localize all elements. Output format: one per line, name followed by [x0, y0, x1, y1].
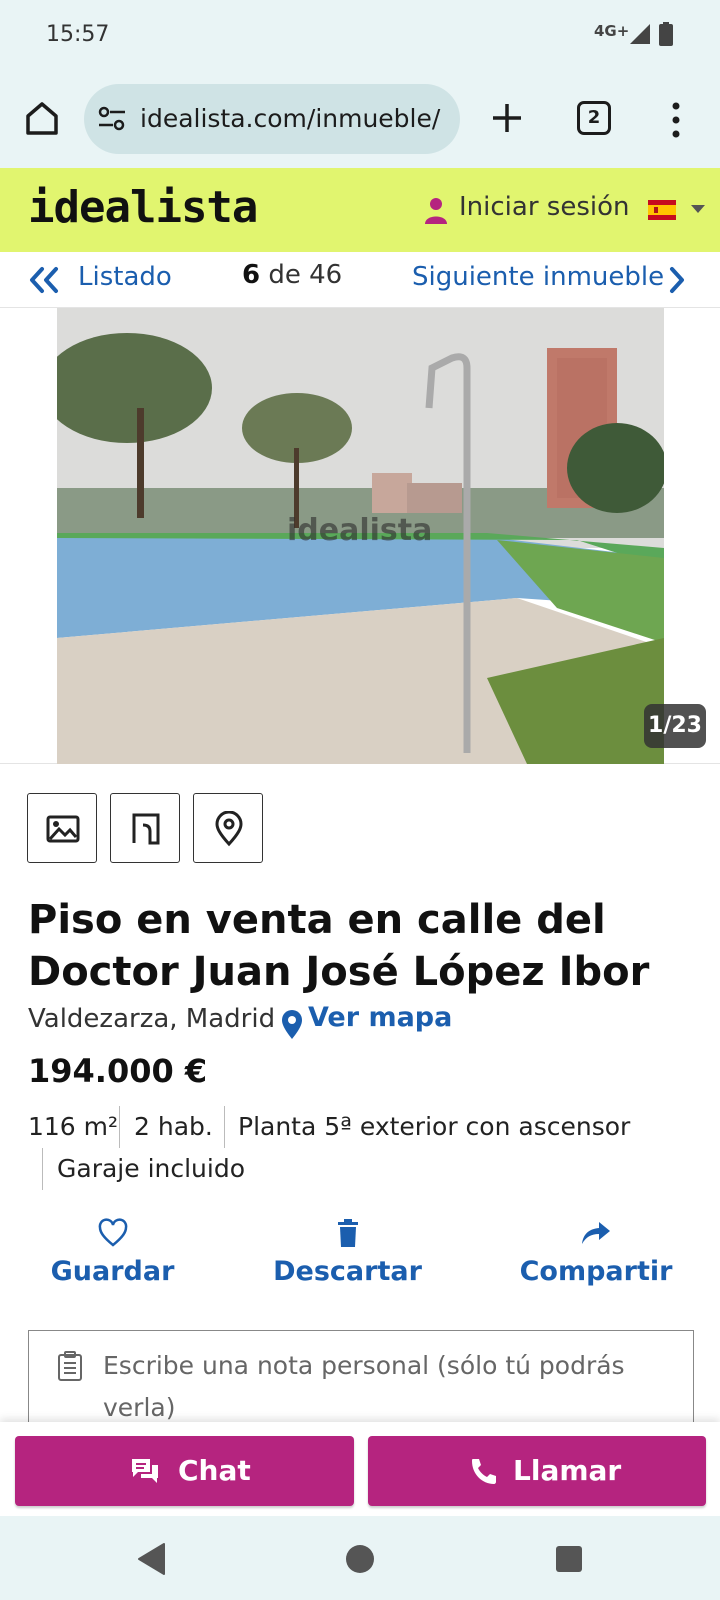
map-button[interactable]: [193, 793, 263, 863]
listing-price: 194.000 €: [28, 1052, 208, 1090]
share-button[interactable]: Compartir: [516, 1218, 676, 1298]
photos-icon: [46, 815, 80, 843]
photos-button[interactable]: [27, 793, 97, 863]
feature-area: 116 m²: [28, 1112, 119, 1141]
new-tab-icon[interactable]: [488, 96, 526, 140]
pool-photo-image: idealista: [57, 308, 664, 764]
next-listing-link[interactable]: Siguiente inmueble: [412, 262, 664, 292]
listing-position: 6 de 46: [242, 260, 342, 290]
feature-garage: Garaje incluido: [57, 1154, 246, 1183]
feature-floor: Planta 5ª exterior con ascensor: [238, 1112, 631, 1141]
heart-icon: [98, 1218, 127, 1247]
floorplan-icon: [132, 813, 160, 845]
position-current: 6: [242, 260, 261, 290]
position-total: de 46: [260, 260, 343, 290]
battery-icon: [659, 22, 673, 46]
save-label: Guardar: [50, 1256, 175, 1287]
note-placeholder: Escribe una nota personal (sólo tú podrá…: [103, 1345, 663, 1429]
feature-divider: [119, 1106, 120, 1148]
user-icon[interactable]: [424, 196, 448, 224]
share-label: Compartir: [519, 1256, 673, 1287]
tab-count: 2: [587, 107, 601, 128]
login-link[interactable]: Iniciar sesión: [459, 192, 629, 222]
listing-photo[interactable]: idealista: [57, 308, 664, 764]
url-text[interactable]: idealista.com/inmueble/: [140, 104, 440, 133]
feature-divider: [224, 1106, 225, 1148]
spain-flag-icon[interactable]: [648, 200, 676, 220]
network-type: 4G+: [594, 22, 630, 40]
note-icon: [58, 1351, 82, 1381]
discard-label: Descartar: [273, 1256, 422, 1287]
feature-divider: [42, 1148, 43, 1190]
share-icon: [582, 1222, 610, 1244]
photo-counter: 1/23: [644, 704, 706, 748]
chat-label: Chat: [178, 1454, 251, 1487]
tabs-button[interactable]: 2: [577, 101, 611, 135]
chat-icon: [132, 1459, 158, 1483]
location-pin-icon[interactable]: [280, 1009, 304, 1039]
trash-icon: [337, 1219, 358, 1247]
home-icon[interactable]: [22, 98, 62, 138]
view-map-link[interactable]: Ver mapa: [308, 1002, 452, 1033]
browser-toolbar: idealista.com/inmueble/ 2: [0, 72, 720, 168]
call-button[interactable]: Llamar: [368, 1436, 706, 1506]
contact-bar: Chat Llamar: [0, 1422, 720, 1516]
listing-title: Piso en venta en calle del Doctor Juan J…: [28, 897, 650, 995]
feature-rooms: 2 hab.: [134, 1112, 213, 1141]
photo-watermark: idealista: [287, 513, 432, 548]
back-to-list-link[interactable]: Listado: [78, 262, 172, 292]
status-bar: 15:57 4G+: [0, 0, 720, 72]
double-chevron-left-icon[interactable]: [28, 266, 60, 294]
discard-button[interactable]: Descartar: [270, 1218, 425, 1298]
system-navigation-bar: [0, 1516, 720, 1600]
phone-icon: [472, 1459, 496, 1484]
chat-button[interactable]: Chat: [15, 1436, 354, 1506]
site-header: idealista Iniciar sesión: [0, 168, 720, 252]
floorplan-button[interactable]: [110, 793, 180, 863]
address-bar[interactable]: idealista.com/inmueble/: [84, 84, 460, 154]
recents-icon[interactable]: [555, 1545, 583, 1573]
site-settings-icon[interactable]: [98, 106, 126, 132]
save-button[interactable]: Guardar: [40, 1218, 185, 1298]
more-options-icon[interactable]: [664, 100, 688, 140]
chevron-right-icon[interactable]: [668, 266, 686, 294]
chevron-down-icon[interactable]: [691, 204, 705, 214]
signal-icon: [630, 24, 650, 44]
listing-navigation: Listado 6 de 46 Siguiente inmueble: [0, 252, 720, 308]
note-placeholder-line1: Escribe una nota personal (sólo tú podrá…: [103, 1351, 625, 1380]
photo-gallery: idealista 1/23: [0, 308, 720, 764]
back-icon[interactable]: [136, 1542, 168, 1576]
idealista-logo[interactable]: idealista: [28, 182, 258, 233]
home-nav-icon[interactable]: [345, 1544, 375, 1574]
listing-location: Valdezarza, Madrid: [28, 1004, 276, 1034]
status-time: 15:57: [46, 22, 110, 47]
map-pin-icon: [215, 811, 243, 847]
call-label: Llamar: [513, 1454, 622, 1487]
